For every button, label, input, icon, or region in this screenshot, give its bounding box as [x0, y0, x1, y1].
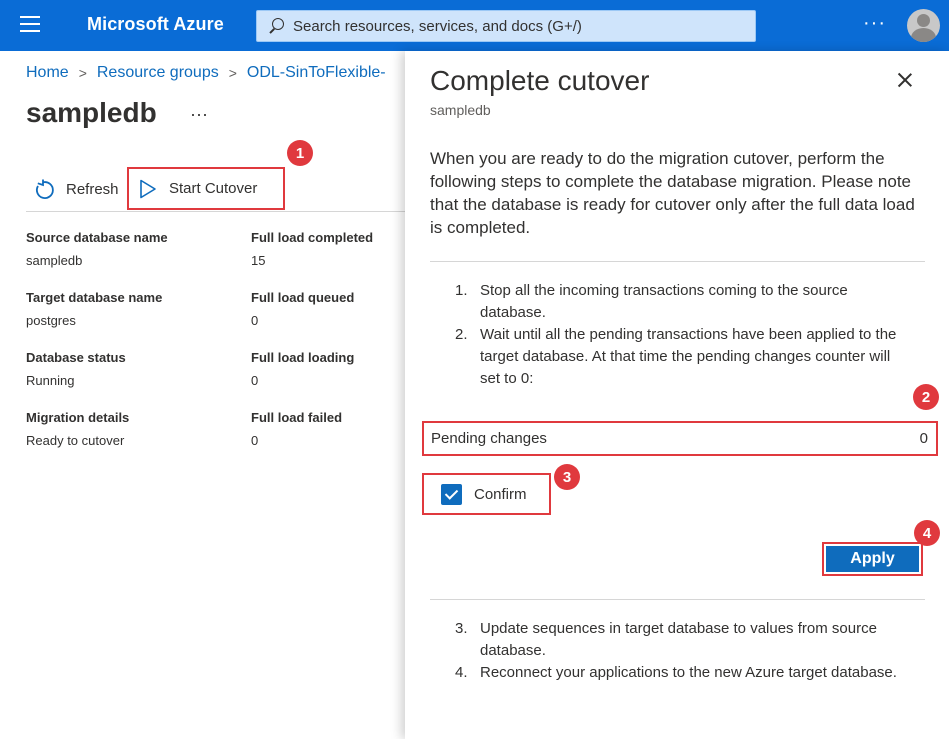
- apply-button-outline: Apply: [822, 542, 923, 576]
- search-icon: [267, 17, 285, 35]
- pending-changes-label: Pending changes: [431, 430, 547, 447]
- more-options-icon[interactable]: ···: [863, 12, 886, 35]
- chevron-right-icon: >: [228, 65, 237, 81]
- breadcrumb: Home > Resource groups > ODL-SinToFlexib…: [26, 64, 386, 82]
- apply-button[interactable]: Apply: [826, 546, 919, 572]
- refresh-label: Refresh: [66, 181, 119, 198]
- search-box[interactable]: [256, 10, 756, 42]
- confirm-checkbox[interactable]: Confirm: [422, 473, 551, 515]
- detail-target-db: Target database name postgres: [26, 290, 163, 328]
- refresh-button[interactable]: Refresh: [34, 168, 119, 211]
- chevron-right-icon: >: [78, 65, 87, 81]
- start-cutover-label: Start Cutover: [169, 180, 258, 197]
- annotation-badge-1: 1: [287, 140, 313, 166]
- step-item: 3. Update sequences in target database t…: [455, 620, 877, 659]
- more-icon[interactable]: ···: [190, 104, 208, 125]
- top-bar: Microsoft Azure ···: [0, 0, 949, 51]
- step-item: 2. Wait until all the pending transactio…: [455, 326, 897, 387]
- detail-full-load-failed: Full load failed 0: [251, 410, 343, 448]
- detail-full-load-queued: Full load queued 0: [251, 290, 355, 328]
- detail-db-status: Database status Running: [26, 350, 126, 388]
- panel-subtitle: sampledb: [430, 102, 491, 118]
- menu-icon[interactable]: [20, 16, 40, 34]
- confirm-label: Confirm: [474, 485, 527, 503]
- panel-title: Complete cutover: [430, 65, 650, 96]
- refresh-icon: [34, 179, 56, 201]
- steps-list-a: 1. Stop all the incoming transactions co…: [455, 280, 905, 390]
- close-icon[interactable]: [894, 69, 916, 91]
- page-title: sampledb: [26, 97, 157, 128]
- search-input[interactable]: [293, 17, 733, 35]
- breadcrumb-resource-groups[interactable]: Resource groups: [97, 64, 219, 82]
- play-icon: [139, 179, 157, 199]
- step-item: 1. Stop all the incoming transactions co…: [455, 282, 848, 321]
- annotation-badge-4: 4: [914, 520, 940, 546]
- detail-migration-details: Migration details Ready to cutover: [26, 410, 130, 448]
- annotation-badge-3: 3: [554, 464, 580, 490]
- divider: [430, 599, 925, 600]
- breadcrumb-resource-group[interactable]: ODL-SinToFlexible-: [247, 64, 386, 82]
- start-cutover-button[interactable]: Start Cutover: [127, 167, 285, 210]
- toolbar: Refresh Start Cutover: [26, 167, 406, 212]
- checkbox-checked-icon[interactable]: [441, 483, 462, 505]
- pending-changes-value: 0: [919, 430, 928, 447]
- detail-full-load-loading: Full load loading 0: [251, 350, 355, 388]
- pending-changes-row: Pending changes 0: [422, 421, 938, 456]
- steps-list-b: 3. Update sequences in target database t…: [455, 618, 905, 684]
- step-item: 4. Reconnect your applications to the ne…: [455, 664, 897, 681]
- panel-intro: When you are ready to do the migration c…: [430, 149, 915, 237]
- avatar[interactable]: [907, 9, 940, 42]
- annotation-badge-2: 2: [913, 384, 939, 410]
- detail-full-load-completed: Full load completed 15: [251, 230, 374, 268]
- divider: [430, 261, 925, 262]
- detail-source-db: Source database name sampledb: [26, 230, 168, 268]
- complete-cutover-panel: Complete cutover sampledb When you are r…: [405, 51, 949, 739]
- breadcrumb-home[interactable]: Home: [26, 64, 69, 82]
- brand-title[interactable]: Microsoft Azure: [87, 14, 224, 35]
